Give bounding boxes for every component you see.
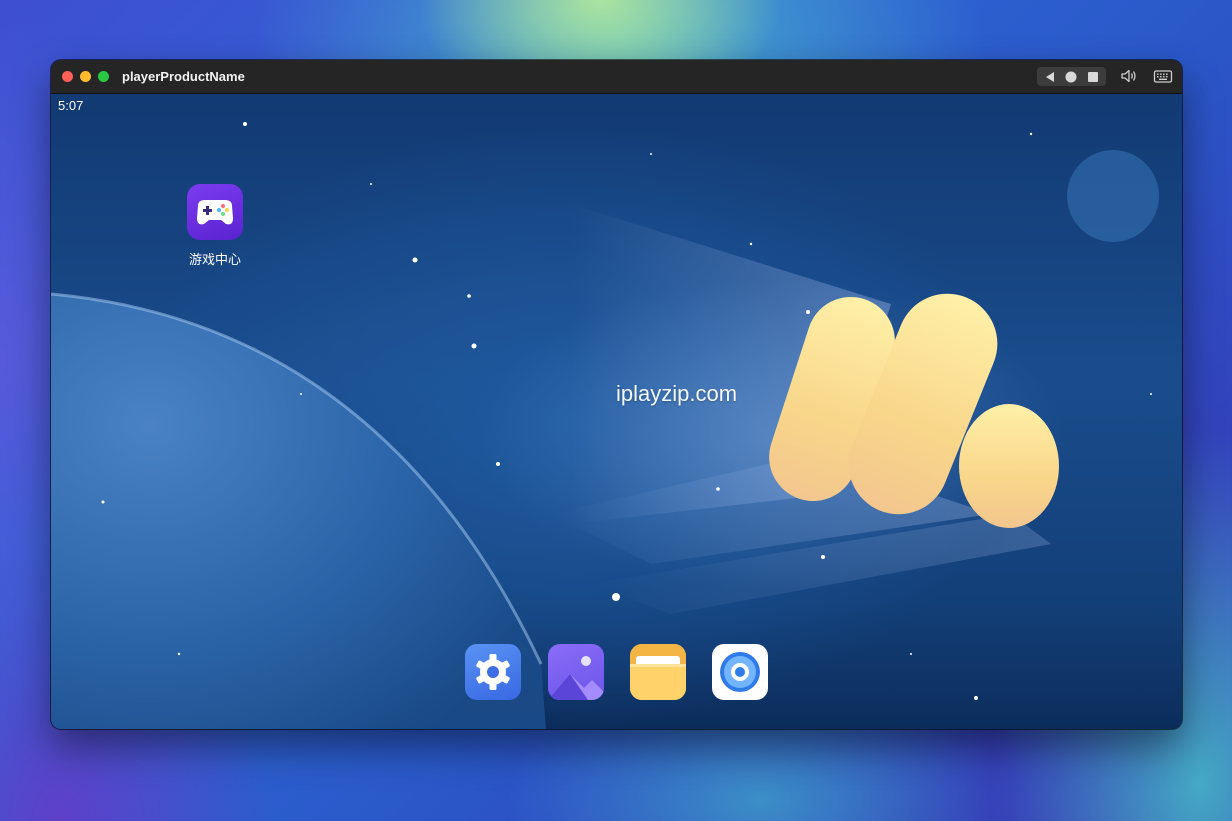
minimize-window-button[interactable] <box>80 71 91 82</box>
back-triangle-icon[interactable] <box>1043 70 1057 84</box>
browser-icon <box>720 652 760 692</box>
zoom-window-button[interactable] <box>98 71 109 82</box>
android-home-screen[interactable]: 5:07 游戏中心 iplayzip.com <box>51 94 1182 729</box>
android-nav-buttons <box>1037 67 1106 86</box>
dock-files-app[interactable] <box>630 644 686 700</box>
emulator-window: playerProductName 5:07 游戏中心 iplayzip.com <box>51 60 1182 729</box>
app-game-center[interactable]: 游戏中心 <box>179 184 251 268</box>
status-bar-time: 5:07 <box>58 98 84 113</box>
dock-browser-app[interactable] <box>712 644 768 700</box>
settings-gear-icon <box>476 654 510 690</box>
dock-gallery-app[interactable] <box>548 644 604 700</box>
gallery-icon <box>548 656 604 700</box>
gamepad-icon <box>187 184 243 240</box>
speaker-icon[interactable] <box>1120 68 1138 84</box>
app-label: 游戏中心 <box>188 252 241 267</box>
keyboard-icon[interactable] <box>1153 68 1173 84</box>
watermark-text: iplayzip.com <box>616 381 738 406</box>
title-bar[interactable]: playerProductName <box>51 60 1182 94</box>
home-circle-icon[interactable] <box>1064 70 1078 84</box>
recent-square-icon[interactable] <box>1086 70 1100 84</box>
page-indicator-dot <box>612 593 620 601</box>
window-title: playerProductName <box>122 69 245 84</box>
folder-icon <box>630 644 686 700</box>
close-window-button[interactable] <box>62 71 73 82</box>
dock-settings-app[interactable] <box>465 644 521 700</box>
